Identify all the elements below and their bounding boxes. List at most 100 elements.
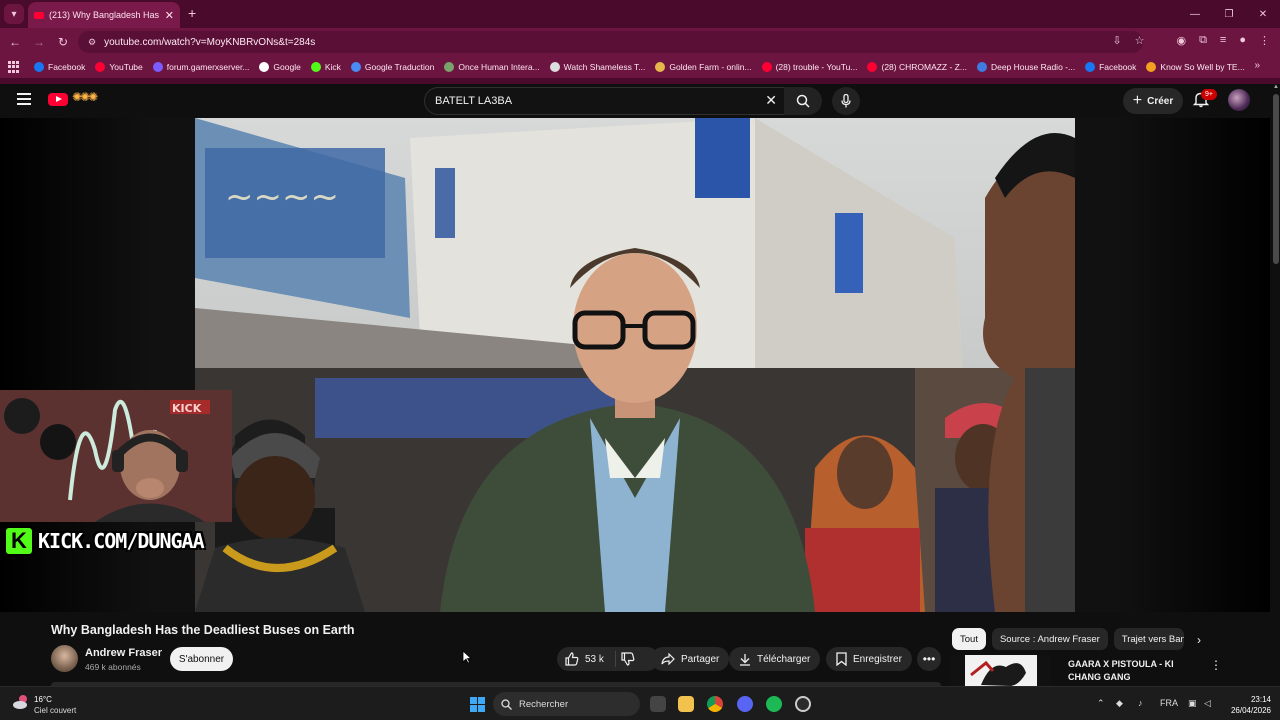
site-info-icon[interactable]: ⚙ [88, 37, 96, 48]
chip-topic[interactable]: Trajet vers Bangladesh [1113, 628, 1184, 650]
close-window-icon[interactable]: ✕ [1246, 0, 1280, 28]
taskbar-search-box[interactable]: Rechercher [493, 692, 640, 716]
share-icon [661, 653, 675, 665]
video-frame[interactable]: ~~~~ [195, 118, 1075, 612]
bookmark-item[interactable]: Once Human Intera... [444, 62, 540, 72]
chip-all[interactable]: Tout [952, 628, 986, 650]
apps-grid-icon[interactable] [8, 61, 20, 73]
bookmarks-bar: Facebook YouTube forum.gamerxserver... Goog… [0, 56, 1280, 78]
media-controls-icon[interactable]: ≡ [1220, 34, 1226, 47]
recommended-video-menu-icon[interactable]: ⋮ [1210, 658, 1222, 672]
back-icon[interactable]: ← [3, 35, 27, 49]
bookmarks-overflow-button[interactable]: » [1254, 60, 1260, 71]
network-icon[interactable]: ▣ [1188, 698, 1197, 709]
tab-search-button[interactable]: ▾ [4, 4, 24, 24]
recommended-video-title[interactable]: GAARA X PISTOULA - KI CHANG GANG [1068, 658, 1198, 684]
tray-microphone-icon[interactable]: ♪ [1138, 698, 1143, 708]
bookmark-item[interactable]: Kick [310, 62, 341, 72]
bookmark-item[interactable]: (28) CHROMAZZ - Z... [867, 62, 967, 72]
bookmark-item[interactable]: Facebook [34, 62, 85, 72]
bookmark-favicon-icon [867, 62, 878, 72]
bookmark-item[interactable]: Deep House Radio -... [976, 62, 1075, 72]
restore-icon[interactable]: ❐ [1212, 0, 1246, 28]
forward-icon[interactable]: → [27, 35, 51, 49]
bookmark-item[interactable]: Watch Shameless T... [549, 62, 645, 72]
bookmark-label: Kick [324, 62, 341, 72]
menu-hamburger-icon[interactable] [17, 93, 31, 105]
bookmark-label: Google [273, 62, 301, 72]
bookmark-item[interactable]: (28) trouble - YouTu... [761, 62, 857, 72]
address-bar[interactable]: ⚙ youtube.com/watch?v=MoyKNBRvONs&t=284s [78, 31, 1143, 53]
discord-icon[interactable] [737, 696, 753, 712]
more-actions-button[interactable]: ••• [917, 647, 941, 671]
dislike-button[interactable] [621, 652, 641, 669]
bookmark-favicon-icon [444, 62, 455, 72]
volume-icon[interactable]: ◁ [1204, 698, 1211, 709]
task-view-icon[interactable] [650, 696, 666, 712]
share-button[interactable]: Partager [651, 647, 730, 671]
bookmark-star-icon[interactable]: ☆ [1135, 34, 1145, 47]
browser-tab-active[interactable]: (213) Why Bangladesh Has the ✕ [28, 2, 180, 28]
channel-avatar[interactable] [51, 645, 78, 672]
minimize-icon[interactable]: — [1178, 0, 1212, 28]
youtube-favicon-icon [34, 11, 44, 19]
tab-close-icon[interactable]: ✕ [165, 9, 174, 22]
bookmark-label: Once Human Intera... [458, 62, 540, 72]
profile-icon[interactable]: ● [1239, 34, 1246, 47]
page-scrollbar[interactable]: ▲ [1272, 84, 1280, 686]
bookmark-item[interactable]: Facebook [1085, 62, 1136, 72]
bookmark-item[interactable]: Know So Well by TE... [1146, 62, 1245, 72]
spotify-icon[interactable] [766, 696, 782, 712]
reload-icon[interactable]: ↻ [51, 35, 75, 49]
bookmark-favicon-icon [976, 62, 987, 72]
weather-description[interactable]: Ciel couvert [34, 706, 76, 715]
chevron-right-icon[interactable]: › [1197, 633, 1201, 647]
subscribe-button[interactable]: S'abonner [170, 647, 233, 671]
thumbs-up-icon [565, 652, 579, 666]
weather-temperature[interactable]: 16°C [34, 695, 52, 704]
tray-app-icon[interactable]: ◆ [1116, 698, 1123, 709]
recommended-video-thumbnail[interactable] [951, 655, 1051, 686]
search-button[interactable] [784, 87, 822, 115]
video-still-illustration: ~~~~ [195, 118, 1075, 612]
scrollbar-thumb[interactable] [1273, 94, 1279, 264]
chrome-icon[interactable] [707, 696, 723, 712]
clear-search-icon[interactable]: ✕ [765, 92, 777, 109]
download-button[interactable]: Télécharger [729, 647, 821, 671]
create-button[interactable]: + Créer [1123, 88, 1183, 114]
windows-start-icon[interactable] [470, 697, 485, 712]
channel-subscriber-count: 469 k abonnés [85, 662, 141, 672]
browser-menu-icon[interactable]: ⋮ [1259, 34, 1270, 47]
voice-search-button[interactable] [832, 87, 860, 115]
bookmark-item[interactable]: forum.gamerxserver... [152, 62, 250, 72]
search-icon [796, 94, 810, 108]
bookmark-favicon-icon [1146, 62, 1157, 72]
language-indicator[interactable]: FRA [1160, 698, 1178, 708]
extension-icon[interactable]: ◉ [1176, 34, 1186, 47]
tray-overflow-icon[interactable]: ⌃ [1097, 698, 1105, 709]
youtube-doodle-icon[interactable]: ✺✺✺ [72, 90, 98, 104]
extensions-puzzle-icon[interactable]: ⧉ [1199, 34, 1207, 47]
like-button[interactable]: 53 k [565, 652, 604, 666]
bookmark-favicon-icon [655, 62, 666, 72]
channel-name[interactable]: Andrew Fraser [85, 647, 162, 659]
steam-icon[interactable] [795, 696, 811, 712]
search-input[interactable]: BATELT LA3BA ✕ [424, 87, 786, 115]
bookmark-label: forum.gamerxserver... [166, 62, 250, 72]
install-app-icon[interactable]: ⇩ [1112, 34, 1121, 47]
bookmark-item[interactable]: YouTube [95, 62, 143, 72]
chip-source-channel[interactable]: Source : Andrew Fraser [991, 628, 1108, 650]
system-clock[interactable]: 23:14 26/04/2026 [1226, 694, 1271, 716]
bookmark-favicon-icon [34, 62, 44, 72]
scroll-up-icon[interactable]: ▲ [1273, 84, 1279, 90]
bookmark-item[interactable]: Golden Farm - onlin... [655, 62, 752, 72]
new-tab-button[interactable]: + [188, 5, 196, 21]
kick-logo-icon: K [4, 526, 34, 556]
bookmark-item[interactable]: Google [259, 62, 301, 72]
bookmark-item[interactable]: Google Traduction [350, 62, 434, 72]
account-avatar[interactable] [1228, 89, 1250, 111]
youtube-logo[interactable] [48, 93, 68, 106]
save-button[interactable]: Enregistrer [826, 647, 912, 671]
file-explorer-icon[interactable] [678, 696, 694, 712]
weather-cloud-icon[interactable] [12, 693, 30, 711]
